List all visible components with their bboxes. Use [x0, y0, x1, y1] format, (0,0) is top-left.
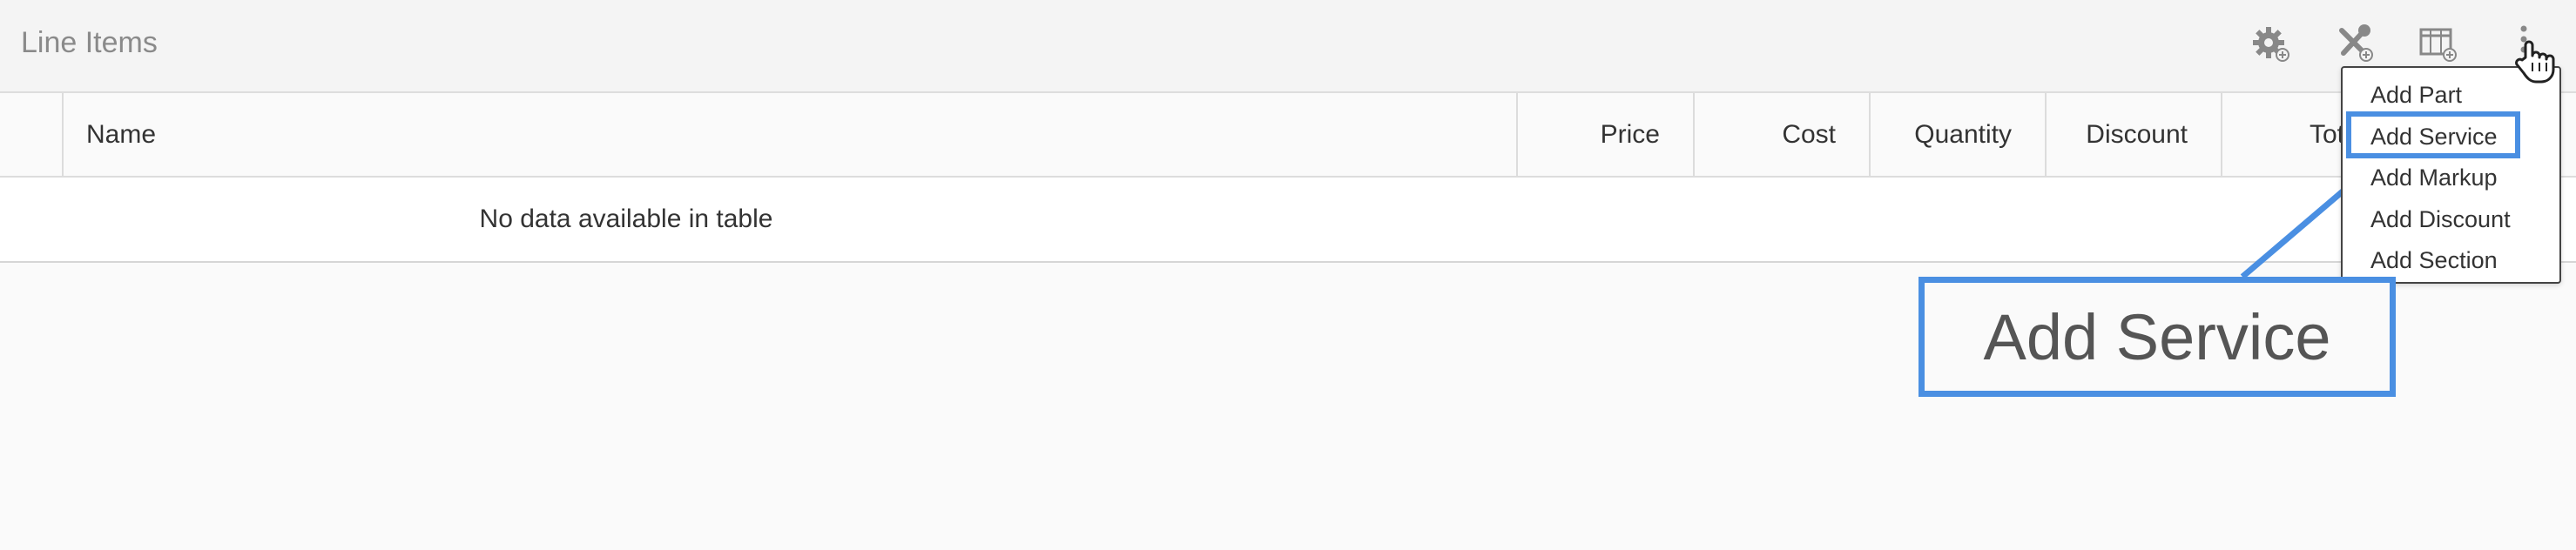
line-items-table: Name Price Cost Quantity Discount Tot No…: [0, 93, 2576, 263]
empty-message: No data available in table: [479, 205, 773, 233]
menu-item-add-part[interactable]: Add Part: [2370, 82, 2462, 109]
column-header-quantity[interactable]: Quantity: [1869, 93, 2045, 176]
callout-box: Add Service: [1919, 277, 2396, 397]
menu-item-add-markup[interactable]: Add Markup: [2370, 164, 2498, 191]
menu-item-add-section[interactable]: Add Section: [2370, 247, 2498, 274]
line-items-header: Line Items: [0, 0, 2576, 93]
settings-add-button[interactable]: [2247, 19, 2296, 68]
more-options-dropdown: Add Part Add Service Add Markup Add Disc…: [2341, 66, 2561, 284]
columns-add-icon: [2419, 28, 2457, 62]
tools-add-icon: [2339, 24, 2373, 62]
column-header-discount[interactable]: Discount: [2045, 93, 2221, 176]
empty-row: No data available in table: [0, 178, 2576, 261]
table-header: Name Price Cost Quantity Discount Tot: [0, 93, 2576, 178]
columns-add-button[interactable]: [2414, 19, 2463, 68]
section-title: Line Items: [21, 26, 158, 59]
column-header-cost[interactable]: Cost: [1693, 93, 1869, 176]
highlight-box: [2346, 111, 2520, 158]
tools-add-button[interactable]: [2330, 19, 2379, 68]
menu-item-add-discount[interactable]: Add Discount: [2370, 206, 2511, 233]
table-body: No data available in table: [0, 178, 2576, 263]
column-header-price[interactable]: Price: [1516, 93, 1693, 176]
gear-add-icon: [2253, 27, 2289, 62]
column-header-name[interactable]: Name: [62, 93, 1518, 176]
hand-cursor-icon: [2515, 40, 2555, 84]
callout-label: Add Service: [1983, 300, 2331, 373]
